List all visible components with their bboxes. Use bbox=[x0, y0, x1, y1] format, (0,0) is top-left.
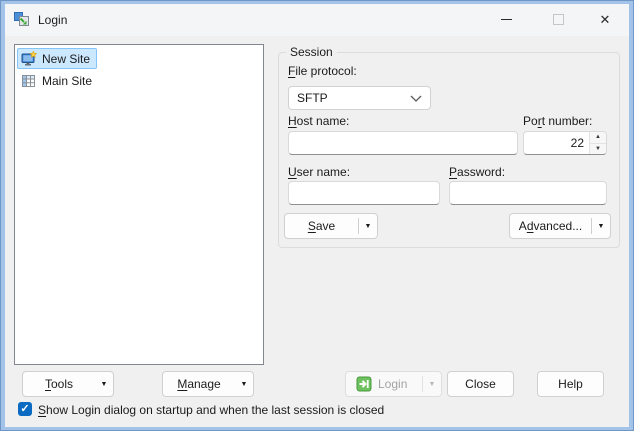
site-list-item-main-site[interactable]: Main Site bbox=[17, 70, 99, 91]
site-list-item-new-site[interactable]: New Site bbox=[17, 48, 97, 69]
winscp-app-icon bbox=[14, 12, 30, 28]
dropdown-arrow-icon[interactable]: ▼ bbox=[592, 223, 610, 230]
manage-button-label: Manage bbox=[163, 377, 235, 391]
maximize-icon bbox=[553, 14, 564, 25]
save-button[interactable]: Save ▼ bbox=[284, 213, 378, 239]
window-frame: Login ✕ bbox=[0, 0, 634, 431]
file-protocol-label: File protocol: bbox=[288, 64, 357, 78]
user-name-input[interactable] bbox=[288, 181, 440, 205]
session-group-label: Session bbox=[286, 45, 337, 59]
dropdown-arrow-icon: ▼ bbox=[235, 381, 253, 388]
port-spinner[interactable]: ▲ ▼ bbox=[589, 132, 606, 154]
close-button-label: Close bbox=[448, 377, 513, 391]
login-button[interactable]: Login ▼ bbox=[345, 371, 442, 397]
close-button[interactable]: Close bbox=[447, 371, 514, 397]
show-login-dialog-checkbox[interactable]: ✓ bbox=[18, 402, 32, 416]
titlebar[interactable]: Login ✕ bbox=[5, 4, 629, 36]
new-site-icon bbox=[21, 51, 37, 67]
host-name-label: Host name: bbox=[288, 114, 349, 128]
help-button-label: Help bbox=[538, 377, 603, 391]
maximize-button bbox=[543, 5, 573, 34]
tools-button-label: Tools bbox=[23, 377, 95, 391]
file-protocol-value: SFTP bbox=[297, 91, 410, 105]
window-title: Login bbox=[38, 13, 67, 27]
file-protocol-select[interactable]: SFTP bbox=[288, 86, 431, 110]
chevron-down-icon bbox=[410, 91, 422, 105]
login-button-label: Login bbox=[378, 377, 422, 391]
port-number-label: Port number: bbox=[523, 114, 592, 128]
spinner-up-icon[interactable]: ▲ bbox=[590, 132, 606, 144]
dropdown-arrow-icon[interactable]: ▼ bbox=[359, 223, 377, 230]
password-label: Password: bbox=[449, 165, 505, 179]
login-dialog: Login ✕ bbox=[5, 4, 629, 427]
host-name-input[interactable] bbox=[288, 131, 518, 155]
user-name-label: User name: bbox=[288, 165, 350, 179]
advanced-button-label: Advanced... bbox=[510, 219, 591, 233]
spinner-down-icon[interactable]: ▼ bbox=[590, 144, 606, 155]
checkmark-icon: ✓ bbox=[20, 404, 29, 415]
site-item-label: New Site bbox=[42, 52, 90, 66]
dropdown-arrow-icon: ▼ bbox=[95, 381, 113, 388]
site-item-label: Main Site bbox=[42, 74, 92, 88]
dropdown-arrow-icon[interactable]: ▼ bbox=[423, 381, 441, 388]
save-button-label: Save bbox=[285, 219, 358, 233]
main-site-icon bbox=[21, 73, 37, 89]
minimize-icon bbox=[501, 19, 512, 20]
close-window-button[interactable]: ✕ bbox=[590, 5, 620, 34]
close-icon: ✕ bbox=[600, 13, 611, 26]
port-number-input[interactable] bbox=[524, 132, 589, 154]
manage-button[interactable]: Manage ▼ bbox=[162, 371, 254, 397]
login-icon bbox=[356, 376, 372, 392]
site-list[interactable]: New Site Main Site bbox=[14, 44, 264, 365]
tools-button[interactable]: Tools ▼ bbox=[22, 371, 114, 397]
password-input[interactable] bbox=[449, 181, 607, 205]
show-login-dialog-label[interactable]: Show Login dialog on startup and when th… bbox=[38, 403, 384, 417]
port-number-stepper[interactable]: ▲ ▼ bbox=[523, 131, 607, 155]
help-button[interactable]: Help bbox=[537, 371, 604, 397]
minimize-button[interactable] bbox=[491, 5, 521, 34]
advanced-button[interactable]: Advanced... ▼ bbox=[509, 213, 611, 239]
